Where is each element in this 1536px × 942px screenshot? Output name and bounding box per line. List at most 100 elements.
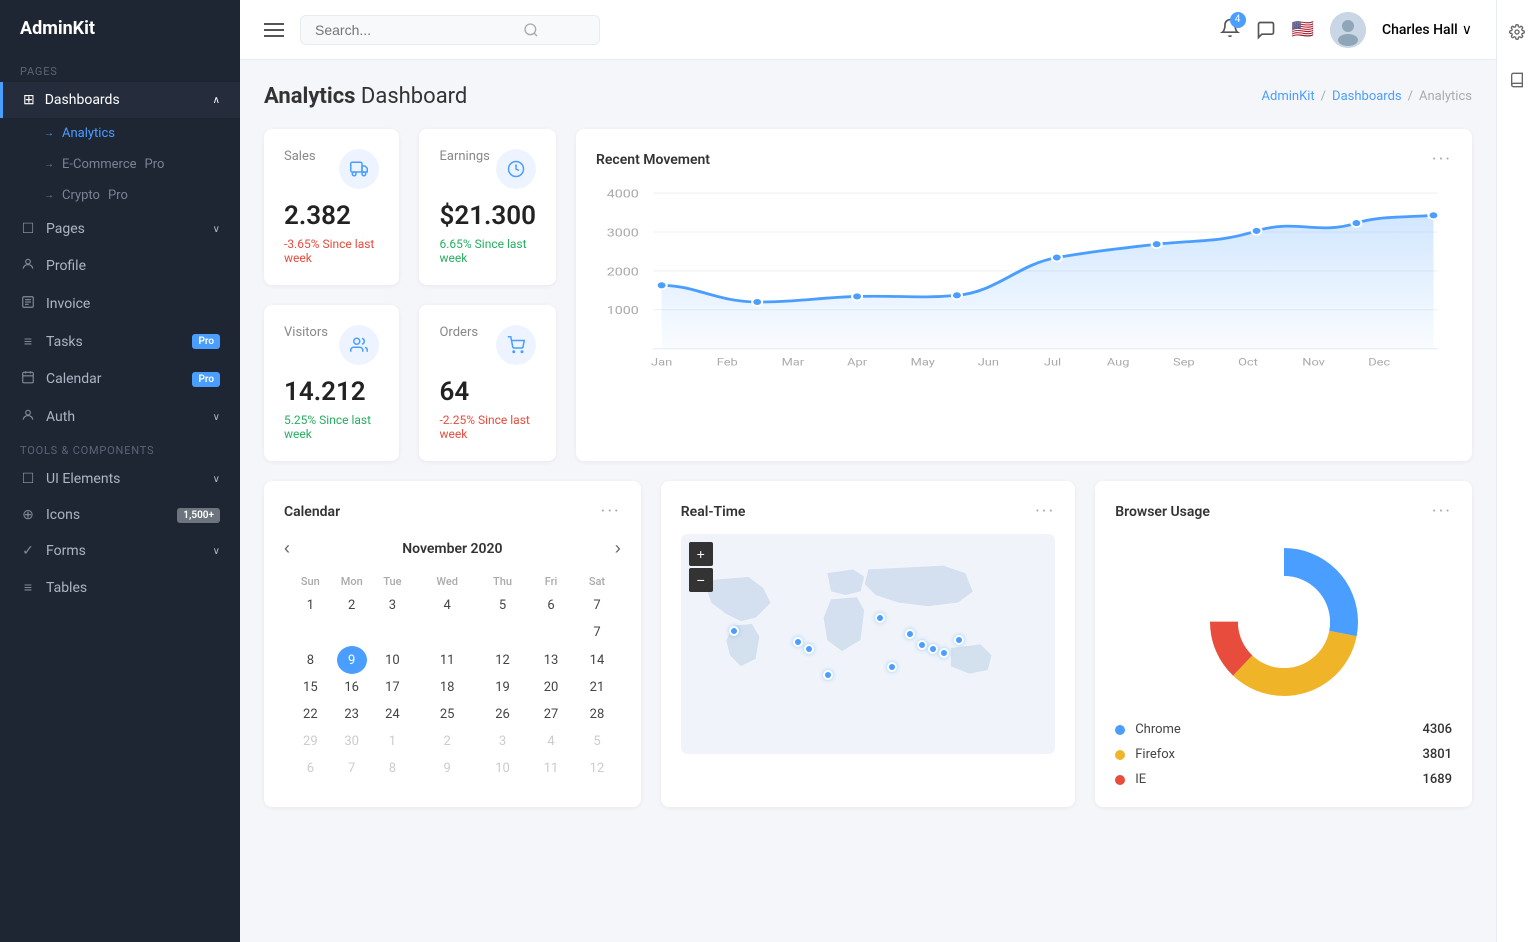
hamburger-menu[interactable] [264,23,284,37]
calendar-day[interactable]: 6 [284,755,337,782]
calendar-day[interactable]: 6 [529,592,573,619]
calendar-header: Calendar ··· [284,501,621,522]
calendar-day[interactable]: 1 [367,728,418,755]
chart-header: Recent Movement ··· [596,149,1452,170]
calendar-prev-button[interactable]: ‹ [284,538,290,559]
sidebar-item-invoice[interactable]: Invoice [0,285,240,323]
sidebar-item-calendar[interactable]: Calendar Pro [0,360,240,398]
search-bar[interactable] [300,15,600,45]
calendar-day[interactable]: 23 [337,701,367,728]
calendar-day[interactable]: 4 [418,592,476,619]
calendar-day[interactable]: 22 [284,701,337,728]
calendar-day[interactable]: 5 [476,592,529,619]
user-name-button[interactable]: Charles Hall ∨ [1382,22,1472,38]
ecommerce-arrow: → [44,159,54,170]
app-logo: AdminKit [0,0,240,57]
calendar-day[interactable]: 26 [476,701,529,728]
stat-visitors-label-row: Visitors [284,325,379,365]
calendar-day[interactable]: 10 [367,646,418,674]
sidebar-item-forms[interactable]: ✓ Forms ∨ [0,533,240,569]
calendar-day[interactable]: 30 [337,728,367,755]
calendar-day[interactable]: 2 [337,592,367,619]
sidebar-item-profile[interactable]: Profile [0,247,240,285]
calendar-body: 1234567789101112131415161718192021222324… [284,592,621,782]
sidebar-item-icons[interactable]: ⊕ Icons 1,500+ [0,497,240,533]
calendar-day[interactable]: 25 [418,701,476,728]
calendar-day[interactable]: 7 [573,619,621,646]
sidebar-item-tables[interactable]: ≡ Tables [0,569,240,606]
breadcrumb-adminkit[interactable]: AdminKit [1262,89,1315,104]
forms-icon: ✓ [20,543,36,559]
calendar-day[interactable]: 9 [337,646,367,674]
language-flag[interactable]: 🇺🇸 [1292,19,1314,40]
search-icon [523,22,539,38]
chart-menu-button[interactable]: ··· [1432,149,1452,170]
calendar-day[interactable]: 10 [476,755,529,782]
calendar-menu-button[interactable]: ··· [601,501,621,522]
cal-header-mon: Mon [337,571,367,592]
calendar-day[interactable]: 20 [529,674,573,701]
sidebar-item-dashboards[interactable]: ⊞ Dashboards ∧ [0,82,240,118]
calendar-day[interactable]: 8 [284,646,337,674]
calendar-day[interactable]: 3 [367,592,418,619]
calendar-day[interactable] [418,619,476,646]
messages-button[interactable] [1256,20,1276,40]
calendar-day[interactable]: 24 [367,701,418,728]
chart-title: Recent Movement [596,152,710,168]
sidebar-ui-label: UI Elements [46,471,120,487]
calendar-day[interactable] [529,619,573,646]
stat-earnings-change: 6.65% Since last week [439,237,536,265]
search-input[interactable] [315,22,515,38]
right-settings-icon[interactable] [1501,16,1533,48]
calendar-day[interactable]: 29 [284,728,337,755]
map-dot [887,662,897,672]
calendar-day[interactable] [284,619,337,646]
map-zoom-out-button[interactable]: − [689,568,713,592]
calendar-day[interactable]: 15 [284,674,337,701]
svg-text:Feb: Feb [717,356,738,368]
stat-sales-label: Sales [284,149,316,164]
browser-menu-button[interactable]: ··· [1432,501,1452,522]
calendar-day[interactable]: 14 [573,646,621,674]
calendar-day[interactable] [476,619,529,646]
calendar-day[interactable]: 9 [418,755,476,782]
calendar-day[interactable]: 11 [418,646,476,674]
calendar-day[interactable]: 7 [573,592,621,619]
hamburger-line-3 [264,35,284,37]
sidebar-item-crypto[interactable]: → Crypto Pro [0,180,240,211]
right-book-icon[interactable] [1501,64,1533,96]
calendar-day[interactable]: 27 [529,701,573,728]
calendar-day[interactable] [367,619,418,646]
realtime-menu-button[interactable]: ··· [1035,501,1055,522]
sidebar-item-ui-elements[interactable]: ☐ UI Elements ∨ [0,461,240,497]
stat-sales-change: -3.65% Since last week [284,237,379,265]
calendar-day[interactable]: 2 [418,728,476,755]
sidebar-item-pages[interactable]: ☐ Pages ∨ [0,211,240,247]
calendar-day[interactable]: 5 [573,728,621,755]
calendar-day[interactable]: 7 [337,755,367,782]
sidebar-item-analytics[interactable]: → Analytics [0,118,240,149]
calendar-day[interactable]: 17 [367,674,418,701]
calendar-day[interactable]: 19 [476,674,529,701]
calendar-day[interactable]: 11 [529,755,573,782]
calendar-day[interactable]: 8 [367,755,418,782]
calendar-day[interactable]: 3 [476,728,529,755]
calendar-day[interactable]: 12 [573,755,621,782]
calendar-day[interactable]: 28 [573,701,621,728]
calendar-day[interactable] [337,619,367,646]
sidebar-item-tasks[interactable]: ≡ Tasks Pro [0,323,240,360]
calendar-day[interactable]: 18 [418,674,476,701]
calendar-day[interactable]: 21 [573,674,621,701]
calendar-day[interactable]: 12 [476,646,529,674]
calendar-day[interactable]: 13 [529,646,573,674]
map-zoom-in-button[interactable]: + [689,542,713,566]
sidebar-item-ecommerce[interactable]: → E-Commerce Pro [0,149,240,180]
sidebar-calendar-label: Calendar [46,371,102,387]
breadcrumb-dashboards[interactable]: Dashboards [1332,89,1402,104]
calendar-day[interactable]: 1 [284,592,337,619]
calendar-day[interactable]: 4 [529,728,573,755]
sidebar-item-auth[interactable]: Auth ∨ [0,398,240,436]
calendar-day[interactable]: 16 [337,674,367,701]
calendar-next-button[interactable]: › [615,538,621,559]
notification-button[interactable]: 4 [1220,18,1240,42]
